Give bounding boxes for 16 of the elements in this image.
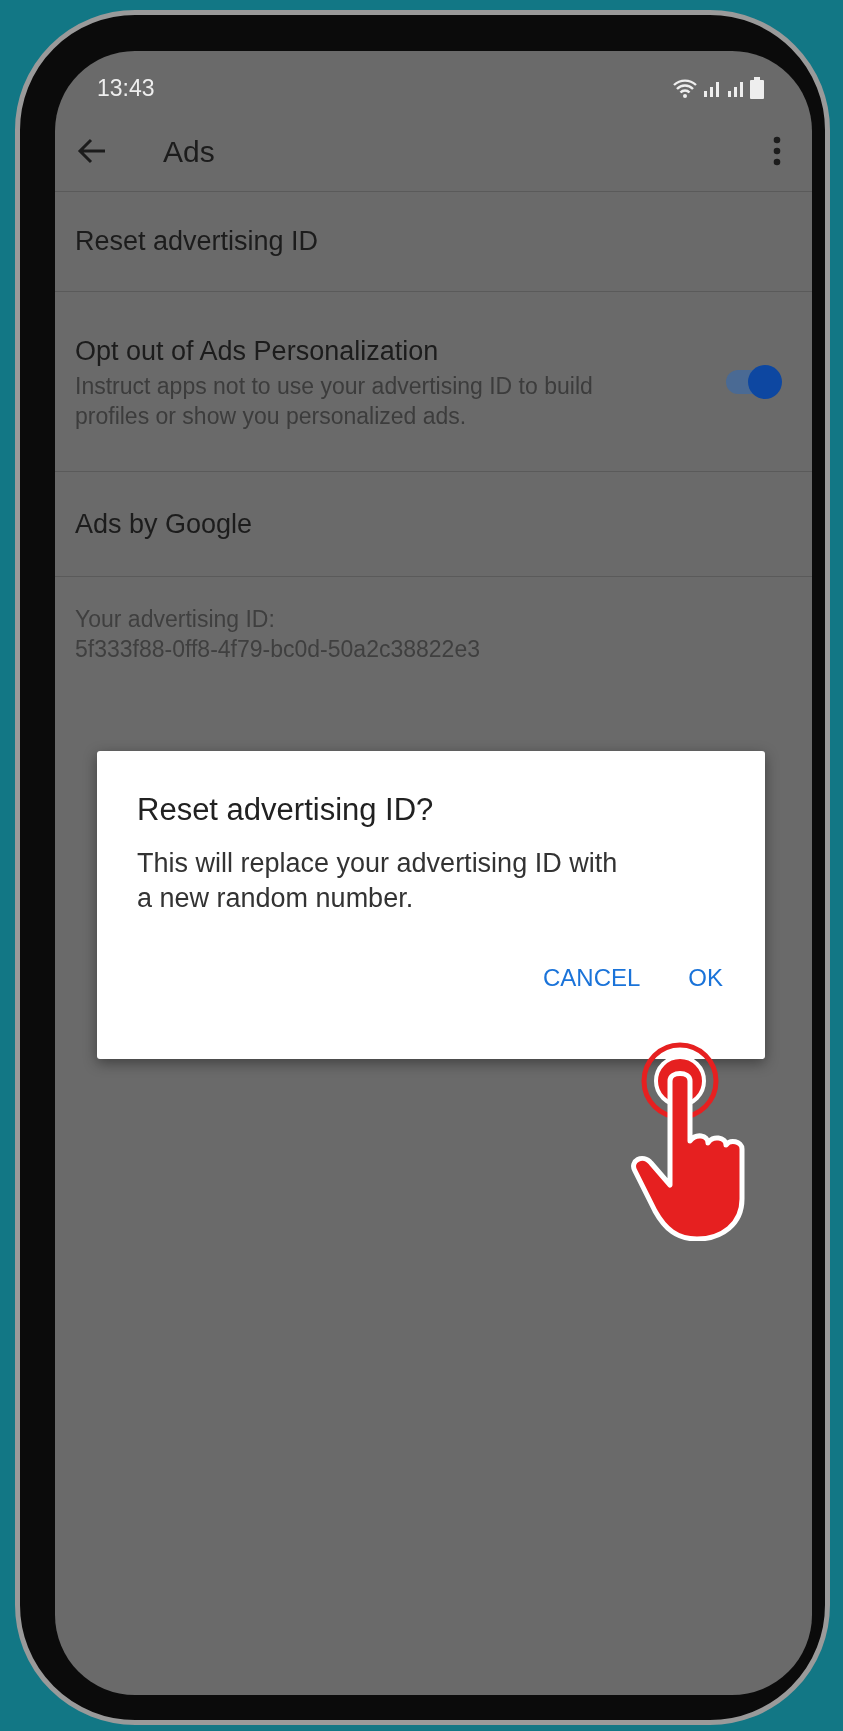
dialog-button[interactable]: OK — [676, 951, 735, 1004]
setting-title: Opt out of Ads Personalization — [75, 335, 440, 369]
setting-title: Reset advertising ID — [75, 225, 320, 259]
battery-icon — [750, 77, 764, 99]
dialog-button[interactable]: CANCEL — [530, 951, 653, 1004]
dialog-title: Reset advertising ID? — [137, 791, 435, 829]
settings-item[interactable]: Ads by Google — [55, 471, 812, 576]
setting-title: Ads by Google — [75, 507, 254, 541]
back-arrow-icon[interactable] — [77, 138, 107, 164]
status-time: 13:43 — [97, 73, 155, 103]
dialog-message: This will replace your advertising ID with a new random number. — [137, 846, 619, 915]
wifi-icon — [672, 78, 698, 98]
settings-item[interactable]: Reset advertising ID — [55, 191, 812, 291]
toolbar-title: Ads — [163, 133, 216, 170]
toggle-switch[interactable] — [724, 364, 782, 399]
more-options-icon[interactable] — [772, 136, 782, 166]
